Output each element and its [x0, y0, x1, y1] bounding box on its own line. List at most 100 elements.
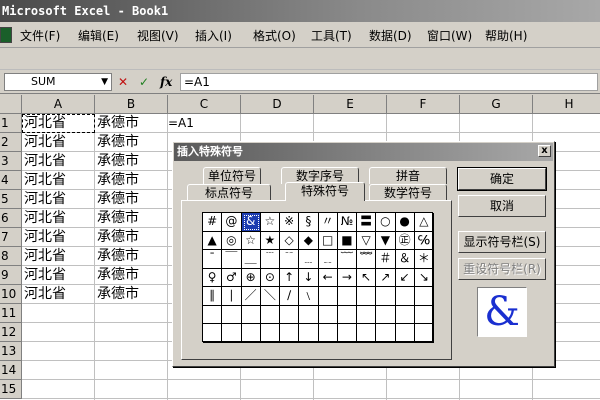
symbol-cell[interactable]	[241, 324, 261, 343]
menu-view[interactable]: 视图(V)	[137, 27, 179, 44]
table-cell[interactable]: 承德市	[95, 228, 139, 247]
symbol-cell[interactable]: 〃	[318, 213, 338, 232]
symbol-cell[interactable]	[241, 305, 261, 324]
table-cell[interactable]: 河北省	[22, 114, 66, 133]
symbol-cell[interactable]	[414, 287, 434, 306]
symbol-cell[interactable]: ∕	[280, 287, 300, 306]
row-header[interactable]: 10	[0, 285, 22, 304]
column-header[interactable]: A	[22, 95, 95, 114]
symbol-cell[interactable]: ※	[280, 213, 300, 232]
excel-icon[interactable]	[0, 27, 12, 43]
symbol-cell[interactable]: &	[241, 213, 261, 232]
symbol-cell[interactable]	[395, 324, 415, 343]
row-header[interactable]: 2	[0, 133, 22, 152]
table-cell[interactable]: 河北省	[22, 133, 66, 152]
table-cell[interactable]: =A1	[166, 114, 194, 133]
row-header[interactable]: 7	[0, 228, 22, 247]
row-header[interactable]: 12	[0, 323, 22, 342]
symbol-cell[interactable]	[395, 305, 415, 324]
symbol-cell[interactable]: ∥	[203, 287, 223, 306]
symbol-cell[interactable]: ⊙	[260, 268, 280, 287]
symbol-cell[interactable]: №	[337, 213, 357, 232]
table-cell[interactable]: 承德市	[95, 171, 139, 190]
row-header[interactable]: 5	[0, 190, 22, 209]
symbol-cell[interactable]: □	[318, 231, 338, 250]
column-header[interactable]: D	[241, 95, 314, 114]
row-header[interactable]: 11	[0, 304, 22, 323]
table-cell[interactable]: 承德市	[95, 285, 139, 304]
row-header[interactable]: 14	[0, 361, 22, 380]
symbol-cell[interactable]: ↙	[395, 268, 415, 287]
symbol-cell[interactable]: ﹍	[299, 250, 319, 269]
table-cell[interactable]: 承德市	[95, 266, 139, 285]
symbol-cell[interactable]	[414, 324, 434, 343]
symbol-cell[interactable]: ＿	[241, 250, 261, 269]
symbol-cell[interactable]: ﹉	[260, 250, 280, 269]
table-cell[interactable]: 河北省	[22, 285, 66, 304]
symbol-cell[interactable]: ↖	[357, 268, 377, 287]
menu-tools[interactable]: 工具(T)	[311, 27, 352, 44]
tab-punctuation[interactable]: 标点符号	[187, 184, 271, 201]
symbol-cell[interactable]: ☆	[241, 231, 261, 250]
chevron-down-icon[interactable]: ▼	[101, 74, 108, 90]
symbol-cell[interactable]	[357, 305, 377, 324]
menu-insert[interactable]: 插入(I)	[195, 27, 232, 44]
symbol-cell[interactable]: ◆	[299, 231, 319, 250]
table-cell[interactable]: 承德市	[95, 247, 139, 266]
menu-data[interactable]: 数据(D)	[369, 27, 412, 44]
symbol-cell[interactable]	[357, 287, 377, 306]
symbol-cell[interactable]: →	[337, 268, 357, 287]
symbol-cell[interactable]: ＃	[376, 250, 396, 269]
row-header[interactable]: 3	[0, 152, 22, 171]
symbol-cell[interactable]	[318, 305, 338, 324]
tab-unit-symbols[interactable]: 单位符号	[203, 167, 261, 184]
symbol-cell[interactable]	[376, 305, 396, 324]
symbol-cell[interactable]: ＊	[414, 250, 434, 269]
symbol-cell[interactable]	[299, 305, 319, 324]
close-icon[interactable]: x	[538, 145, 551, 157]
menu-edit[interactable]: 编辑(E)	[78, 27, 119, 44]
symbol-cell[interactable]: ﹌	[357, 250, 377, 269]
symbol-cell[interactable]: ♀	[203, 268, 223, 287]
symbol-cell[interactable]: ↑	[280, 268, 300, 287]
show-symbol-bar-button[interactable]: 显示符号栏(S)	[458, 231, 546, 253]
symbol-cell[interactable]: ∣	[222, 287, 242, 306]
symbol-cell[interactable]: ￣	[222, 250, 242, 269]
symbol-cell[interactable]: ↘	[414, 268, 434, 287]
symbol-cell[interactable]: △	[414, 213, 434, 232]
menu-file[interactable]: 文件(F)	[20, 27, 60, 44]
symbol-cell[interactable]: ˉ	[203, 250, 223, 269]
column-header[interactable]: H	[533, 95, 600, 114]
table-cell[interactable]: 承德市	[95, 152, 139, 171]
symbol-cell[interactable]: ℅	[414, 231, 434, 250]
symbol-cell[interactable]	[299, 324, 319, 343]
table-cell[interactable]: 河北省	[22, 209, 66, 228]
column-header[interactable]: E	[314, 95, 387, 114]
symbol-cell[interactable]: ♂	[222, 268, 242, 287]
symbol-cell[interactable]: ＼	[260, 287, 280, 306]
menu-format[interactable]: 格式(O)	[253, 27, 296, 44]
cancel-icon[interactable]: ✕	[118, 73, 128, 91]
table-cell[interactable]: 河北省	[22, 171, 66, 190]
symbol-cell[interactable]: ㊣	[395, 231, 415, 250]
symbol-cell[interactable]	[203, 305, 223, 324]
symbol-cell[interactable]: ◎	[222, 231, 242, 250]
symbol-cell[interactable]: ↓	[299, 268, 319, 287]
row-header[interactable]: 15	[0, 380, 22, 399]
symbol-cell[interactable]: ↗	[376, 268, 396, 287]
symbol-cell[interactable]	[222, 305, 242, 324]
symbol-cell[interactable]: @	[222, 213, 242, 232]
menu-window[interactable]: 窗口(W)	[427, 27, 472, 44]
symbol-cell[interactable]	[376, 324, 396, 343]
insert-function-icon[interactable]: fx	[160, 73, 172, 91]
symbol-cell[interactable]	[376, 287, 396, 306]
table-cell[interactable]: 承德市	[95, 190, 139, 209]
symbol-cell[interactable]: ◇	[280, 231, 300, 250]
symbol-cell[interactable]	[357, 324, 377, 343]
symbol-cell[interactable]: ＆	[395, 250, 415, 269]
symbol-cell[interactable]	[337, 324, 357, 343]
symbol-cell[interactable]: ⊕	[241, 268, 261, 287]
symbol-cell[interactable]: 〓	[357, 213, 377, 232]
symbol-cell[interactable]: ﹎	[318, 250, 338, 269]
row-header[interactable]: 9	[0, 266, 22, 285]
